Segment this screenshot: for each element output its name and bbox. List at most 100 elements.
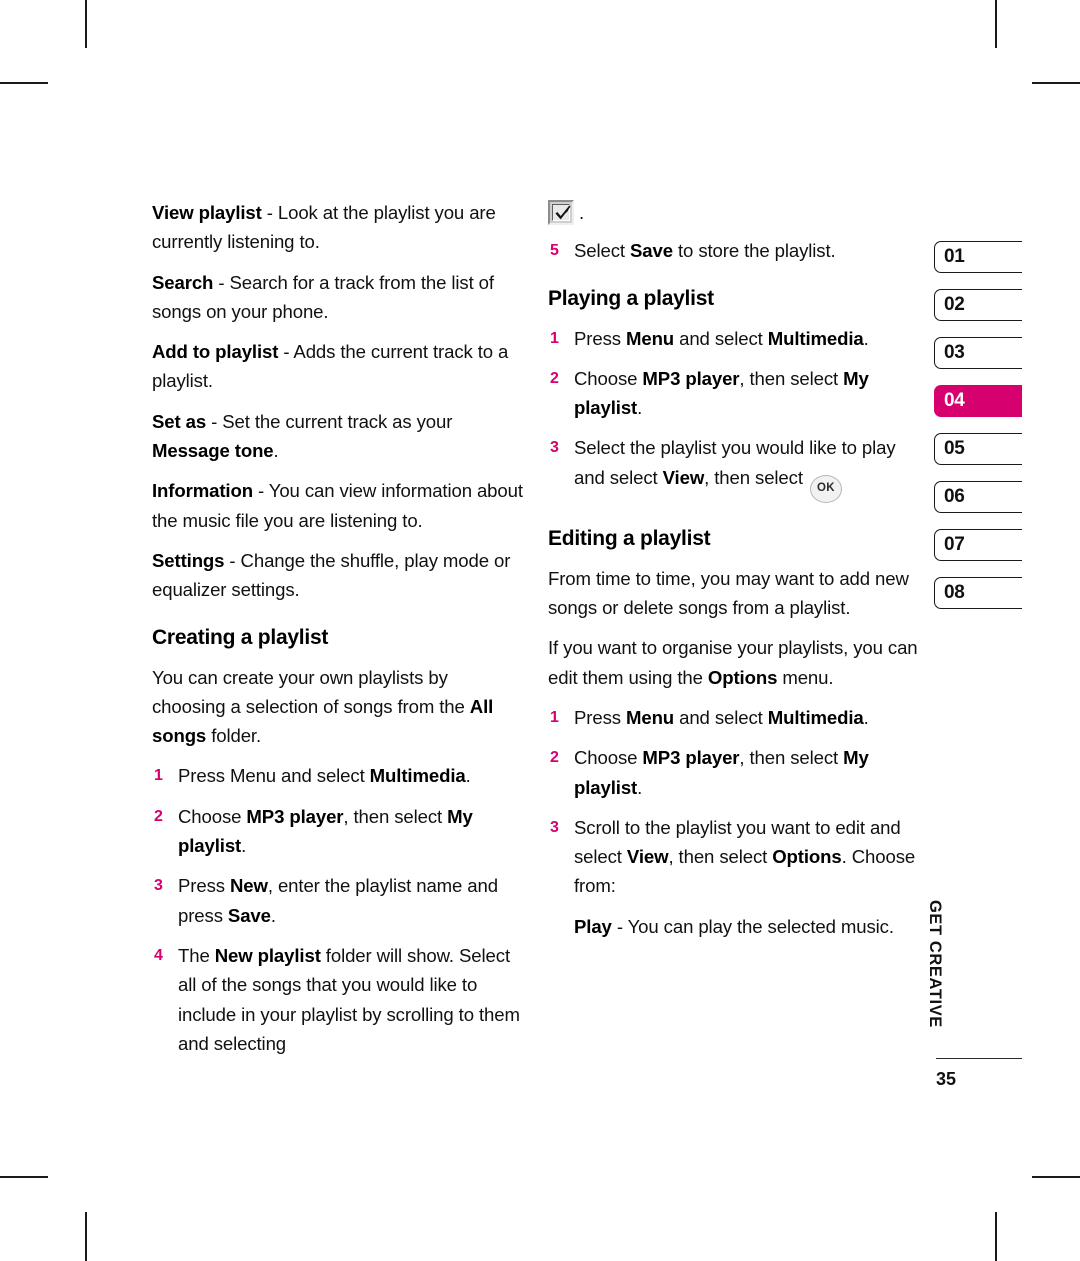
step-text-c: to store the playlist. — [672, 240, 836, 262]
step-text-c: and select — [674, 706, 768, 728]
para2-text-bold: Options — [707, 666, 778, 688]
editing-option-play: Play - You can play the selected music. — [548, 912, 920, 941]
step-number: 4 — [154, 946, 163, 964]
step-item: 2 Choose MP3 player, then select My playl… — [548, 743, 920, 802]
ok-key-icon: OK — [809, 474, 842, 503]
step-text-a: Press — [574, 327, 626, 349]
step-text-bold-2: Options — [772, 846, 842, 868]
step-item: 1 Press Menu and select Multimedia. — [152, 761, 524, 790]
definition-settings: Settings - Change the shuffle, play mode… — [152, 546, 524, 605]
step-text-a: Press — [574, 706, 626, 728]
chapter-tab-label: 01 — [944, 246, 965, 267]
chapter-tab-label: 05 — [944, 438, 965, 459]
step-text-bold: MP3 player — [642, 747, 740, 769]
chapter-tab-label: 04 — [944, 390, 965, 411]
creating-playlist-intro: You can create your own playlists by cho… — [152, 663, 524, 751]
step-number: 1 — [550, 708, 559, 726]
step-item: 5 Select Save to store the playlist. — [548, 236, 920, 265]
step-text-bold: Multimedia — [369, 765, 466, 787]
checkbox-glyph-wrapper — [548, 200, 579, 225]
step-text-a: Select — [574, 240, 631, 262]
chapter-tab-07[interactable]: 07 — [934, 529, 1022, 561]
step-text-a: The — [178, 944, 215, 966]
step-text-e: . — [637, 776, 643, 798]
step-text-e: . — [241, 835, 247, 857]
step-text-bold: New — [229, 875, 268, 897]
step-text-a: Choose — [574, 747, 643, 769]
left-column: View playlist - Look at the playlist you… — [152, 198, 524, 1060]
chapter-title-vertical: GET CREATIVE — [926, 900, 944, 1028]
manual-page: View playlist - Look at the playlist you… — [0, 0, 1080, 1261]
folio-rule — [936, 1058, 1022, 1060]
step-text-bold: Menu — [625, 706, 675, 728]
editing-playlist-para-1: From time to time, you may want to add n… — [548, 567, 909, 619]
definition-set-as: Set as - Set the current track as your M… — [152, 407, 524, 466]
chapter-tab-03[interactable]: 03 — [934, 337, 1022, 369]
chapter-tab-label: 07 — [944, 534, 965, 555]
chapter-tab-06[interactable]: 06 — [934, 481, 1022, 513]
definition-term: Settings — [152, 549, 225, 571]
chapter-tab-02[interactable]: 02 — [934, 289, 1022, 321]
definition-search: Search - Search for a track from the lis… — [152, 268, 524, 327]
step-text-c: , then select — [739, 747, 844, 769]
chapter-tab-strip: 01 02 03 04 05 06 07 08 — [934, 241, 1080, 625]
creating-playlist-steps-continued: 5 Select Save to store the playlist. — [548, 236, 920, 265]
step-text-c: , then select — [739, 367, 844, 389]
definition-term: Information — [152, 480, 253, 502]
step-text-c: . — [465, 765, 471, 787]
chapter-tab-08[interactable]: 08 — [934, 577, 1022, 609]
step-item: 1 Press Menu and select Multimedia. — [548, 324, 920, 353]
step-continuation-checkbox: . — [548, 198, 920, 227]
chapter-tab-label: 02 — [944, 294, 965, 315]
step-item: 3 Scroll to the playlist you want to edit… — [548, 813, 920, 901]
step-item: 2 Choose MP3 player, then select My playl… — [152, 802, 524, 861]
chapter-tab-05[interactable]: 05 — [934, 433, 1022, 465]
step-item: 4 The New playlist folder will show. Sele… — [152, 941, 524, 1058]
step-number: 2 — [154, 807, 163, 825]
definition-term: Search — [152, 271, 214, 293]
step-text-a: Press — [178, 875, 230, 897]
step-number: 3 — [550, 818, 559, 836]
step-text-a: Choose — [574, 367, 643, 389]
heading-editing-a-playlist: Editing a playlist — [548, 526, 711, 550]
step-item: 2 Choose MP3 player, then select My playl… — [548, 364, 920, 423]
step-text-bold: Menu — [625, 327, 675, 349]
step-text-e: . — [863, 706, 869, 728]
chapter-tab-label: 03 — [944, 342, 965, 363]
right-column: . 5 Select Save to store the playlist. Pl… — [548, 198, 920, 941]
step-text-bold: View — [626, 846, 669, 868]
step-text-bold: Save — [630, 240, 673, 262]
chapter-tab-01[interactable]: 01 — [934, 241, 1022, 273]
step-text-bold: MP3 player — [246, 805, 344, 827]
step-text-a: Press Menu and select — [178, 765, 370, 787]
step-text-e: . — [863, 327, 869, 349]
step-item: 3 Select the playlist you would like to p… — [548, 433, 920, 503]
editing-playlist-para-2: If you want to organise your playlists, … — [548, 633, 920, 692]
step-item: 1 Press Menu and select Multimedia. — [548, 703, 920, 732]
definition-term: View playlist — [152, 202, 262, 223]
step-text-c: , then select — [704, 466, 808, 488]
step-text-bold: MP3 player — [642, 367, 740, 389]
step-text-c: , then select — [668, 846, 773, 868]
intro-text-a: You can create your own playlists by cho… — [152, 666, 470, 717]
step-number: 2 — [550, 369, 559, 387]
editing-playlist-steps: 1 Press Menu and select Multimedia. 2 Choo… — [548, 703, 920, 901]
step-text-bold: View — [662, 466, 705, 488]
step-text-c: and select — [674, 327, 768, 349]
page-number: 35 — [936, 1069, 957, 1089]
chapter-tab-04[interactable]: 04 — [934, 385, 1022, 417]
definition-information: Information - You can view information a… — [152, 476, 524, 535]
step-text-e: . — [637, 397, 643, 419]
step-text-a: Choose — [178, 805, 247, 827]
step-number: 1 — [154, 767, 163, 785]
definition-description-tail: . — [273, 440, 279, 462]
step-number: 5 — [550, 242, 559, 260]
creating-playlist-steps: 1 Press Menu and select Multimedia. 2 Choo… — [152, 761, 524, 1058]
option-description: - You can play the selected music. — [611, 915, 894, 937]
definition-term: Set as — [152, 410, 207, 432]
playing-playlist-steps: 1 Press Menu and select Multimedia. 2 Choo… — [548, 324, 920, 503]
chapter-tab-label: 08 — [944, 582, 965, 603]
step-text-bold-2: Multimedia — [767, 327, 864, 349]
intro-text-c: folder. — [206, 725, 262, 747]
option-term: Play — [574, 915, 612, 937]
